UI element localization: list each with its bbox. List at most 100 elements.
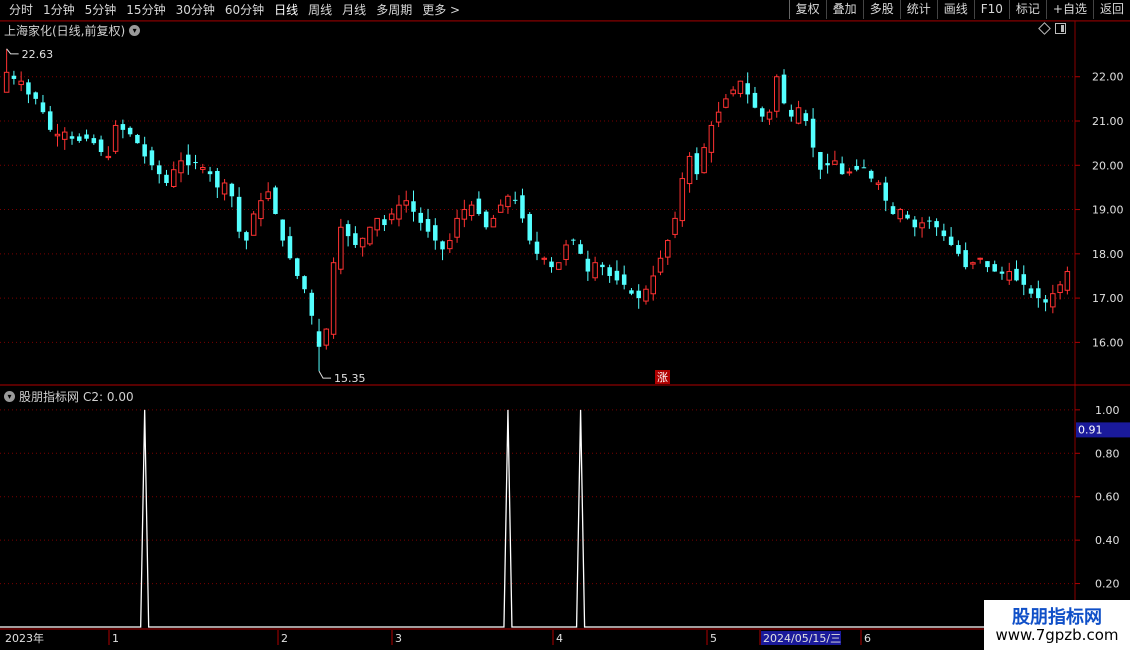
candle-body xyxy=(963,250,968,268)
candle-body xyxy=(47,111,53,130)
candle-body xyxy=(694,153,700,175)
candle-body xyxy=(1043,299,1048,303)
candle-body xyxy=(91,138,97,144)
candle-body xyxy=(382,219,387,226)
candle-body xyxy=(1006,271,1012,281)
candle-body xyxy=(919,222,925,229)
candle-body xyxy=(686,155,693,185)
candle-body xyxy=(839,163,845,175)
candle-body xyxy=(244,232,249,241)
high-price-label: 22.63 xyxy=(22,48,54,61)
watermark-logo: 股朋指标网 www.7gpzb.com xyxy=(984,600,1130,650)
indicator-tick-label: 0.20 xyxy=(1095,578,1120,591)
time-axis-label: 3 xyxy=(395,632,402,645)
candle-body xyxy=(433,225,438,241)
price-tick-label: 21.00 xyxy=(1092,115,1124,128)
candle-body xyxy=(657,257,664,273)
time-axis-label: 2 xyxy=(281,632,288,645)
candle-body xyxy=(795,107,802,124)
candle-body xyxy=(316,331,322,347)
candle-body xyxy=(418,212,424,223)
candle-body xyxy=(999,271,1005,274)
candle-body xyxy=(832,160,838,165)
indicator-tick-label: 0.60 xyxy=(1095,491,1120,504)
candle-body xyxy=(207,171,213,175)
candle-body xyxy=(127,127,133,135)
stock-title: 上海家化(日线,前复权) xyxy=(4,24,126,38)
candle-body xyxy=(497,204,504,213)
candle-body xyxy=(33,92,38,99)
candle-body xyxy=(556,262,562,270)
panel-toggle-icon[interactable] xyxy=(1055,23,1066,34)
candle-body xyxy=(520,195,525,219)
candle-body xyxy=(11,75,17,79)
diamond-icon[interactable] xyxy=(1038,22,1051,35)
candle-body xyxy=(1014,268,1019,281)
candle-body xyxy=(875,182,882,185)
candle-body xyxy=(221,182,228,195)
candle-body xyxy=(701,147,707,174)
candle-body xyxy=(302,276,307,290)
candle-body xyxy=(607,267,612,276)
candle-body xyxy=(650,275,656,295)
price-tick-label: 19.00 xyxy=(1092,204,1124,217)
candle-body xyxy=(250,213,257,236)
candle-body xyxy=(774,76,780,112)
candle-body xyxy=(40,102,46,113)
candle-body xyxy=(759,108,765,117)
candle-body xyxy=(273,187,278,214)
time-axis-label: 4 xyxy=(556,632,563,645)
candle-body xyxy=(149,150,155,166)
candle-body xyxy=(679,178,686,222)
candle-body xyxy=(868,170,874,179)
time-axis-label: 1 xyxy=(112,632,119,645)
kline-chart[interactable]: 22.0021.0020.0019.0018.0017.0016.0022.63… xyxy=(0,0,1130,650)
candle-body xyxy=(440,241,445,250)
candle-body xyxy=(934,221,939,228)
candle-body xyxy=(948,236,954,245)
candle-body xyxy=(854,165,859,170)
candle-body xyxy=(752,92,758,108)
high-marker-line xyxy=(6,48,19,55)
indicator-tick-label: 0.40 xyxy=(1095,534,1120,547)
candle-body xyxy=(715,111,722,123)
candle-body xyxy=(730,89,736,95)
candle-body xyxy=(265,191,271,200)
candle-body xyxy=(600,264,605,268)
rise-marker-label: 涨 xyxy=(657,371,668,384)
candle-body xyxy=(367,226,373,245)
candle-body xyxy=(810,118,816,148)
candle-body xyxy=(112,124,119,152)
candle-body xyxy=(330,262,337,335)
candle-body xyxy=(992,264,997,272)
candle-body xyxy=(927,220,932,222)
candle-body xyxy=(178,160,184,174)
indicator-tick-label: 0.80 xyxy=(1095,447,1120,460)
candle-body xyxy=(985,261,990,268)
candle-body xyxy=(643,288,649,302)
candle-body xyxy=(294,258,300,276)
chevron-down-icon[interactable]: ▾ xyxy=(4,391,15,402)
candle-body xyxy=(3,71,10,93)
time-axis-label: 6 xyxy=(864,632,871,645)
candle-body xyxy=(541,257,548,260)
candle-body xyxy=(309,292,315,316)
candle-body xyxy=(403,200,409,206)
candle-body xyxy=(353,233,358,245)
candle-body xyxy=(672,217,678,235)
candle-body xyxy=(18,80,24,86)
candle-body xyxy=(708,124,715,153)
candle-body xyxy=(374,217,380,231)
candle-body xyxy=(84,134,89,139)
indicator-tick-label: 1.00 xyxy=(1095,404,1120,417)
candle-body xyxy=(468,204,475,217)
low-marker-line xyxy=(318,370,332,379)
time-axis-label: 2023年 xyxy=(5,631,44,645)
candle-body xyxy=(411,201,416,212)
price-tick-label: 18.00 xyxy=(1092,248,1124,261)
candle-body xyxy=(890,206,896,214)
candle-body xyxy=(156,165,162,175)
candle-body xyxy=(1021,274,1027,285)
candle-body xyxy=(1064,271,1071,291)
chevron-down-icon[interactable]: ▾ xyxy=(129,25,141,36)
